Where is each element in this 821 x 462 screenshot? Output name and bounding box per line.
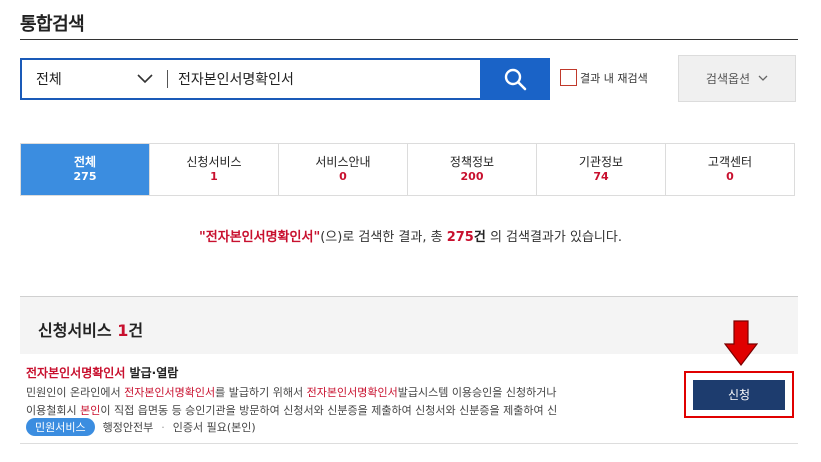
chevron-down-icon (137, 74, 153, 84)
meta-separator: · (161, 420, 165, 434)
summary-mid-text: (으)로 검색한 결과, 총 (320, 230, 447, 245)
desc-text: 이 직접 읍면동 등 승인기관을 방문하여 신청서와 신분증을 제출하여 신청서… (100, 404, 558, 417)
section-title-text: 신청서비스 (38, 321, 112, 340)
result-item: 전자본인서명확인서 발급·열람 민원인이 온라인에서 전자본인서명확인서를 발급… (20, 354, 798, 444)
tab-all[interactable]: 전체 275 (21, 144, 150, 195)
tab-label: 정책정보 (449, 155, 495, 170)
tab-count: 200 (460, 170, 484, 184)
research-checkbox[interactable] (560, 69, 577, 86)
summary-tail-text: 의 검색결과가 있습니다. (485, 230, 622, 245)
section-header: 신청서비스 1건 (20, 296, 798, 354)
desc-text: 발급시스템 이용승인을 신청하거나 (397, 386, 557, 399)
down-arrow-callout-icon (724, 320, 758, 366)
tab-count: 74 (593, 170, 609, 184)
search-scope-label: 전체 (36, 72, 62, 88)
result-agency: 행정안전부 (102, 421, 154, 434)
apply-button[interactable]: 신청 (693, 379, 785, 410)
result-divider (20, 443, 798, 444)
tab-service-guide[interactable]: 서비스안내 0 (279, 144, 408, 195)
search-input[interactable]: 전자본인서명확인서 (168, 69, 480, 89)
search-options-label: 검색옵션 (705, 72, 751, 86)
tab-label: 고객센터 (707, 155, 753, 170)
section-unit: 건 (128, 321, 144, 340)
tab-count: 0 (726, 170, 734, 184)
desc-text: 이용철회시 (26, 404, 81, 417)
desc-highlight: 본인 (80, 404, 101, 417)
result-description: 민원인이 온라인에서 전자본인서명확인서를 발급하기 위해서 전자본인서명확인서… (26, 384, 676, 420)
desc-highlight: 전자본인서명확인서 (306, 386, 398, 399)
section-count: 1 (117, 321, 129, 340)
summary-query: 전자본인서명확인서 (205, 230, 314, 245)
page-title: 통합검색 (20, 14, 85, 35)
search-options-button[interactable]: 검색옵션 (678, 55, 796, 102)
title-divider (20, 39, 798, 40)
tab-application-services[interactable]: 신청서비스 1 (150, 144, 279, 195)
desc-text: 민원인이 온라인에서 (26, 386, 125, 399)
tab-policy-info[interactable]: 정책정보 200 (408, 144, 537, 195)
search-icon (504, 68, 527, 91)
category-badge: 민원서비스 (26, 418, 95, 436)
tab-agency-info[interactable]: 기관정보 74 (537, 144, 666, 195)
research-label: 결과 내 재검색 (580, 71, 648, 85)
result-title-highlight: 전자본인서명확인서 (26, 366, 126, 380)
summary-total: 275 (446, 230, 474, 245)
result-cert-requirement: 인증서 필요(본인) (172, 421, 256, 434)
tab-count: 0 (339, 170, 347, 184)
tab-customer-center[interactable]: 고객센터 0 (666, 144, 794, 195)
desc-highlight: 전자본인서명확인서 (124, 386, 216, 399)
desc-text: 를 발급하기 위해서 (215, 386, 307, 399)
tab-count: 1 (210, 170, 218, 184)
result-desc-line-1: 민원인이 온라인에서 전자본인서명확인서를 발급하기 위해서 전자본인서명확인서… (26, 384, 676, 402)
tab-label: 기관정보 (578, 155, 624, 170)
search-summary: "전자본인서명확인서"(으)로 검색한 결과, 총 275건 의 검색결과가 있… (0, 226, 821, 245)
tab-count: 275 (73, 170, 97, 184)
search-button[interactable] (480, 58, 550, 100)
result-title[interactable]: 전자본인서명확인서 발급·열람 (26, 364, 178, 381)
result-meta: 민원서비스 행정안전부 · 인증서 필요(본인) (26, 418, 256, 436)
tab-label: 서비스안내 (315, 155, 371, 170)
section-title: 신청서비스 1건 (38, 317, 143, 341)
search-scope-select[interactable]: 전체 (22, 60, 167, 98)
summary-unit: 건 (473, 230, 486, 245)
apply-button-highlight: 신청 (684, 371, 794, 418)
summary-open-quote: " (199, 230, 206, 245)
search-box: 전체 전자본인서명확인서 (20, 58, 550, 100)
tab-label: 전체 (73, 155, 97, 170)
research-option[interactable]: 결과 내 재검색 (560, 69, 648, 86)
tab-label: 신청서비스 (186, 155, 242, 170)
result-title-rest: 발급·열람 (125, 366, 179, 380)
chevron-down-icon (758, 75, 768, 81)
category-tabs: 전체 275 신청서비스 1 서비스안내 0 정책정보 200 기관정보 74 … (20, 143, 795, 196)
